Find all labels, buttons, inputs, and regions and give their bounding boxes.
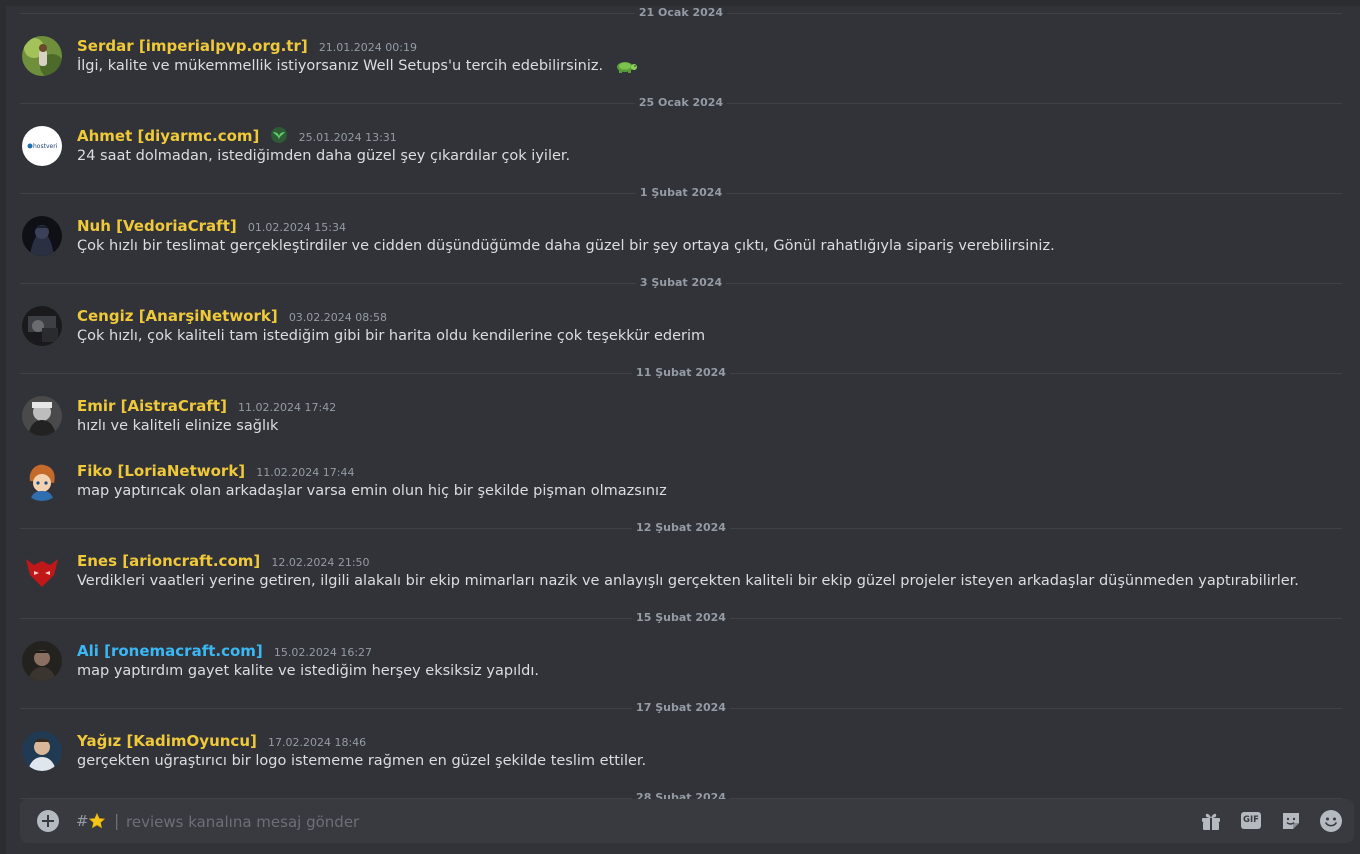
- timestamp: 25.01.2024 13:31: [298, 131, 397, 144]
- message-text: Çok hızlı, çok kaliteli tam istediğim gi…: [77, 328, 706, 344]
- author-name[interactable]: Cengiz [AnarşiNetwork]: [77, 307, 278, 325]
- author-name[interactable]: Ahmet [diyarmc.com]: [77, 127, 259, 145]
- star-icon: [88, 812, 106, 834]
- timestamp: 01.02.2024 15:34: [247, 221, 347, 234]
- separator: |: [114, 811, 120, 830]
- date-divider: 21 Ocak 2024: [20, 7, 1342, 19]
- author-name[interactable]: Yağız [KadimOyuncu]: [77, 732, 257, 750]
- date-divider-label: 1 Şubat 2024: [635, 187, 727, 199]
- sticker-icon: [1283, 813, 1299, 829]
- avatar[interactable]: [22, 641, 62, 681]
- message-input[interactable]: [124, 809, 1188, 835]
- message-text: 24 saat dolmadan, istediğimden daha güze…: [77, 148, 571, 164]
- author-name[interactable]: Serdar [imperialpvp.org.tr]: [77, 37, 308, 55]
- date-divider: 3 Şubat 2024: [20, 277, 1342, 289]
- avatar[interactable]: [22, 551, 62, 591]
- date-divider-label: 3 Şubat 2024: [635, 277, 727, 289]
- avatar[interactable]: [22, 461, 62, 501]
- avatar[interactable]: [22, 396, 62, 436]
- date-divider-label: 25 Ocak 2024: [634, 97, 728, 109]
- author-name[interactable]: Ali [ronemacraft.com]: [77, 642, 263, 660]
- date-divider-label: 15 Şubat 2024: [632, 612, 730, 624]
- message-item: Serdar [imperialpvp.org.tr] 21.01.2024 0…: [6, 36, 1346, 80]
- gift-button[interactable]: [1199, 809, 1223, 833]
- date-divider: 15 Şubat 2024: [20, 612, 1342, 624]
- message-item: Emir [AistraCraft] 11.02.2024 17:42 hızl…: [6, 396, 1346, 440]
- date-divider-label: 12 Şubat 2024: [632, 522, 730, 534]
- avatar[interactable]: hostveri: [22, 126, 62, 166]
- emoji-button[interactable]: [1319, 809, 1343, 833]
- message-text: İlgi, kalite ve mükemmellik istiyorsanız…: [77, 58, 604, 74]
- author-name[interactable]: Fiko [LoriaNetwork]: [77, 462, 245, 480]
- date-divider-label: 11 Şubat 2024: [632, 367, 730, 379]
- author-name[interactable]: Emir [AistraCraft]: [77, 397, 227, 415]
- message-text: gerçekten uğraştırıcı bir logo istememe …: [77, 753, 647, 769]
- message-item: hostveri Ahmet [diyarmc.com] 25.01.2024 …: [6, 126, 1346, 170]
- message-item: Nuh [VedoriaCraft] 01.02.2024 15:34 Çok …: [6, 216, 1346, 260]
- date-divider: 12 Şubat 2024: [20, 522, 1342, 534]
- message-text: Çok hızlı bir teslimat gerçekleştirdiler…: [77, 238, 1055, 254]
- avatar[interactable]: [22, 731, 62, 771]
- date-divider-label: 17 Şubat 2024: [632, 702, 730, 714]
- timestamp: 03.02.2024 08:58: [288, 311, 387, 324]
- add-attachment-button[interactable]: [37, 810, 59, 832]
- message-text: Verdikleri vaatleri yerine getiren, ilgi…: [77, 573, 1299, 589]
- date-divider: 1 Şubat 2024: [20, 187, 1342, 199]
- message-text: map yaptırıcak olan arkadaşlar varsa emi…: [77, 483, 667, 499]
- timestamp: 15.02.2024 16:27: [273, 646, 373, 659]
- timestamp: 11.02.2024 17:44: [256, 466, 355, 479]
- channel-hash: #: [76, 812, 89, 830]
- gif-icon[interactable]: GIF: [1241, 812, 1261, 829]
- message-item: Fiko [LoriaNetwork] 11.02.2024 17:44 map…: [6, 461, 1346, 505]
- avatar[interactable]: [22, 306, 62, 346]
- message-item: Enes [arioncraft.com] 12.02.2024 21:50 V…: [6, 551, 1346, 595]
- plant-badge-icon: [270, 126, 288, 148]
- date-divider: 17 Şubat 2024: [20, 702, 1342, 714]
- message-text: hızlı ve kaliteli elinize sağlık: [77, 418, 279, 434]
- gift-icon: [1202, 813, 1220, 830]
- message-item: Cengiz [AnarşiNetwork] 03.02.2024 08:58 …: [6, 306, 1346, 350]
- date-divider: 25 Ocak 2024: [20, 97, 1342, 109]
- message-item: Yağız [KadimOyuncu] 17.02.2024 18:46 ger…: [6, 731, 1346, 775]
- message-text: map yaptırdım gayet kalite ve istediğim …: [77, 663, 539, 679]
- avatar[interactable]: [22, 36, 62, 76]
- date-divider-label: 21 Ocak 2024: [634, 7, 728, 19]
- message-composer: # | GIF: [20, 799, 1354, 843]
- timestamp: 11.02.2024 17:42: [238, 401, 337, 414]
- turtle-icon: [614, 59, 638, 77]
- author-name[interactable]: Nuh [VedoriaCraft]: [77, 217, 237, 235]
- author-name[interactable]: Enes [arioncraft.com]: [77, 552, 260, 570]
- message-item: Ali [ronemacraft.com] 15.02.2024 16:27 m…: [6, 641, 1346, 685]
- plus-circle-icon: [37, 810, 59, 832]
- avatar[interactable]: [22, 216, 62, 256]
- avatar-logo-text: hostveri: [33, 143, 58, 150]
- timestamp: 21.01.2024 00:19: [318, 41, 417, 54]
- sticker-button[interactable]: [1279, 809, 1303, 833]
- message-list[interactable]: 21 Ocak 2024 Serdar [imperialpvp.org.tr]…: [6, 6, 1360, 854]
- timestamp: 17.02.2024 18:46: [267, 736, 367, 749]
- emoji-icon: [1320, 810, 1342, 832]
- date-divider: 11 Şubat 2024: [20, 367, 1342, 379]
- timestamp: 12.02.2024 21:50: [271, 556, 370, 569]
